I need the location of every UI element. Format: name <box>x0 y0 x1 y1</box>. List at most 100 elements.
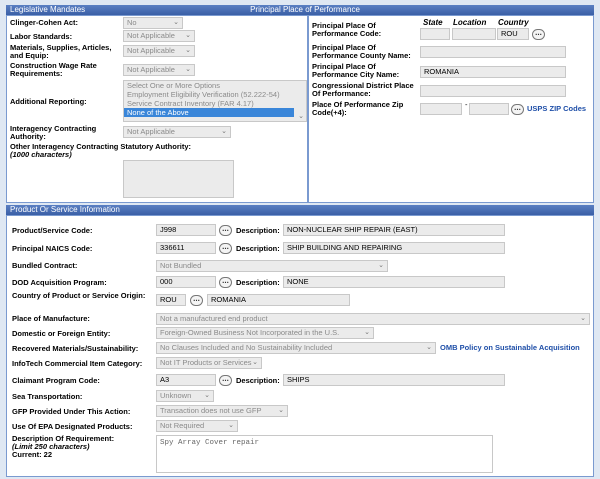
claimant-label: Claimant Program Code: <box>12 376 100 385</box>
construction-value: Not Applicable <box>127 65 175 74</box>
chevron-down-icon: ⌄ <box>298 113 304 120</box>
more-dots-icon[interactable]: ... <box>219 243 232 254</box>
sea-value: Unknown <box>160 391 192 400</box>
naics-desc-label: Description: <box>236 244 280 253</box>
zip4-input[interactable] <box>469 103 509 115</box>
domestic-label: Domestic or Foreign Entity: <box>12 329 111 338</box>
desc-req-textarea[interactable]: Spy Array Cover repair <box>156 435 493 473</box>
materials-value: Not Applicable <box>127 46 175 55</box>
naics-label: Principal NAICS Code: <box>12 244 93 253</box>
omb-policy-link[interactable]: OMB Policy on Sustainable Acquisition <box>440 343 580 353</box>
interagency-label: Interagency Contracting Authority: <box>10 124 97 141</box>
bundled-select[interactable]: Not Bundled ⌄ <box>156 260 388 272</box>
gfp-select[interactable]: Transaction does not use GFP ⌄ <box>156 405 288 417</box>
naics-input[interactable]: 336611 <box>156 242 216 254</box>
dod-input[interactable]: 000 <box>156 276 216 288</box>
additional-option[interactable]: Select One or More Options <box>124 81 306 90</box>
more-dots-icon[interactable]: ... <box>219 375 232 386</box>
location-header: Location <box>453 18 487 27</box>
city-input[interactable]: ROMANIA <box>420 66 566 78</box>
labor-select[interactable]: Not Applicable ⌄ <box>123 30 195 42</box>
zip-label: Place Of Performance Zip Code(+4): <box>312 100 404 117</box>
labor-value: Not Applicable <box>127 31 175 40</box>
additional-listbox[interactable]: Select One or More Options Employment El… <box>123 80 307 122</box>
product-title: Product Or Service Information <box>10 205 120 214</box>
bundled-label: Bundled Contract: <box>12 261 78 270</box>
psc-desc-label: Description: <box>236 226 280 235</box>
chevron-down-icon: ⌄ <box>278 407 284 414</box>
additional-option[interactable]: Service Contract Inventory (FAR 4.17) <box>124 99 306 108</box>
domestic-value: Foreign-Owned Business Not Incorporated … <box>160 328 340 337</box>
other-authority-textarea[interactable] <box>123 160 234 198</box>
interagency-value: Not Applicable <box>127 127 175 136</box>
recovered-select[interactable]: No Clauses Included and No Sustainabilit… <box>156 342 436 354</box>
origin-label: Country of Product or Service Origin: <box>12 291 146 300</box>
domestic-select[interactable]: Foreign-Owned Business Not Incorporated … <box>156 327 374 339</box>
chevron-down-icon: ⌄ <box>185 66 191 73</box>
additional-option-selected[interactable]: None of the Above <box>124 108 294 117</box>
desc-req-current: Current: 22 <box>12 450 53 459</box>
district-input[interactable] <box>420 85 566 97</box>
gfp-label: GFP Provided Under This Action: <box>12 407 131 416</box>
chevron-down-icon: ⌄ <box>252 359 258 366</box>
recovered-value: No Clauses Included and No Sustainabilit… <box>160 343 333 352</box>
additional-option[interactable]: Employment Eligibility Verification (52.… <box>124 90 306 99</box>
place-code-label: Principal Place Of Performance Code: <box>312 21 382 38</box>
chevron-down-icon: ⌄ <box>221 128 227 135</box>
zip-dash: - <box>465 100 468 109</box>
sea-select[interactable]: Unknown ⌄ <box>156 390 214 402</box>
country-header: Country <box>498 18 529 27</box>
dod-desc: NONE <box>283 276 505 288</box>
claimant-input[interactable]: A3 <box>156 374 216 386</box>
chevron-down-icon: ⌄ <box>173 19 179 26</box>
infotech-select[interactable]: Not IT Products or Services ⌄ <box>156 357 262 369</box>
dod-desc-label: Description: <box>236 278 280 287</box>
district-label: Congressional District Place Of Performa… <box>312 81 414 98</box>
psc-label: Product/Service Code: <box>12 226 93 235</box>
naics-desc: SHIP BUILDING AND REPAIRING <box>283 242 505 254</box>
chevron-down-icon: ⌄ <box>185 32 191 39</box>
chevron-down-icon: ⌄ <box>580 315 586 322</box>
materials-label: Materials, Supplies, Articles, and Equip… <box>10 43 112 60</box>
construction-label: Construction Wage Rate Requirements: <box>10 61 97 78</box>
more-dots-icon[interactable]: ... <box>219 277 232 288</box>
place-title: Principal Place of Performance <box>250 5 360 14</box>
county-label: Principal Place Of Performance County Na… <box>312 43 411 60</box>
materials-select[interactable]: Not Applicable ⌄ <box>123 45 195 57</box>
county-input[interactable] <box>420 46 566 58</box>
recovered-label: Recovered Materials/Sustainability: <box>12 344 139 353</box>
origin-code[interactable]: ROU <box>156 294 186 306</box>
origin-name: ROMANIA <box>207 294 350 306</box>
country-input[interactable]: ROU <box>497 28 529 40</box>
other-hint: (1000 characters) <box>10 150 72 159</box>
contract-form: Legislative Mandates Principal Place of … <box>0 0 600 479</box>
claimant-desc-label: Description: <box>236 376 280 385</box>
psc-input[interactable]: J998 <box>156 224 216 236</box>
state-header: State <box>423 18 443 27</box>
state-input[interactable] <box>420 28 450 40</box>
sea-label: Sea Transportation: <box>12 392 83 401</box>
zip-input[interactable] <box>420 103 462 115</box>
clinger-select[interactable]: No ⌄ <box>123 17 183 29</box>
bundled-value: Not Bundled <box>160 261 202 270</box>
more-dots-icon[interactable]: ... <box>219 225 232 236</box>
chevron-down-icon: ⌄ <box>185 47 191 54</box>
clinger-value: No <box>127 18 137 27</box>
epa-select[interactable]: Not Required ⌄ <box>156 420 238 432</box>
usps-zip-link[interactable]: USPS ZIP Codes <box>527 104 586 114</box>
labor-label: Labor Standards: <box>10 32 73 41</box>
construction-select[interactable]: Not Applicable ⌄ <box>123 64 195 76</box>
place-title-wrap: Principal Place of Performance <box>210 5 400 15</box>
psc-desc: NON-NUCLEAR SHIP REPAIR (EAST) <box>283 224 505 236</box>
more-dots-icon[interactable]: ... <box>190 295 203 306</box>
dod-label: DOD Acquisition Program: <box>12 278 107 287</box>
more-dots-icon[interactable]: ... <box>511 104 524 115</box>
more-dots-icon[interactable]: ... <box>532 29 545 40</box>
epa-value: Not Required <box>160 421 205 430</box>
manufacture-select[interactable]: Not a manufactured end product ⌄ <box>156 313 590 325</box>
interagency-select[interactable]: Not Applicable ⌄ <box>123 126 231 138</box>
location-input[interactable] <box>452 28 496 40</box>
claimant-desc: SHIPS <box>283 374 505 386</box>
additional-label: Additional Reporting: <box>10 97 87 106</box>
chevron-down-icon: ⌄ <box>364 329 370 336</box>
